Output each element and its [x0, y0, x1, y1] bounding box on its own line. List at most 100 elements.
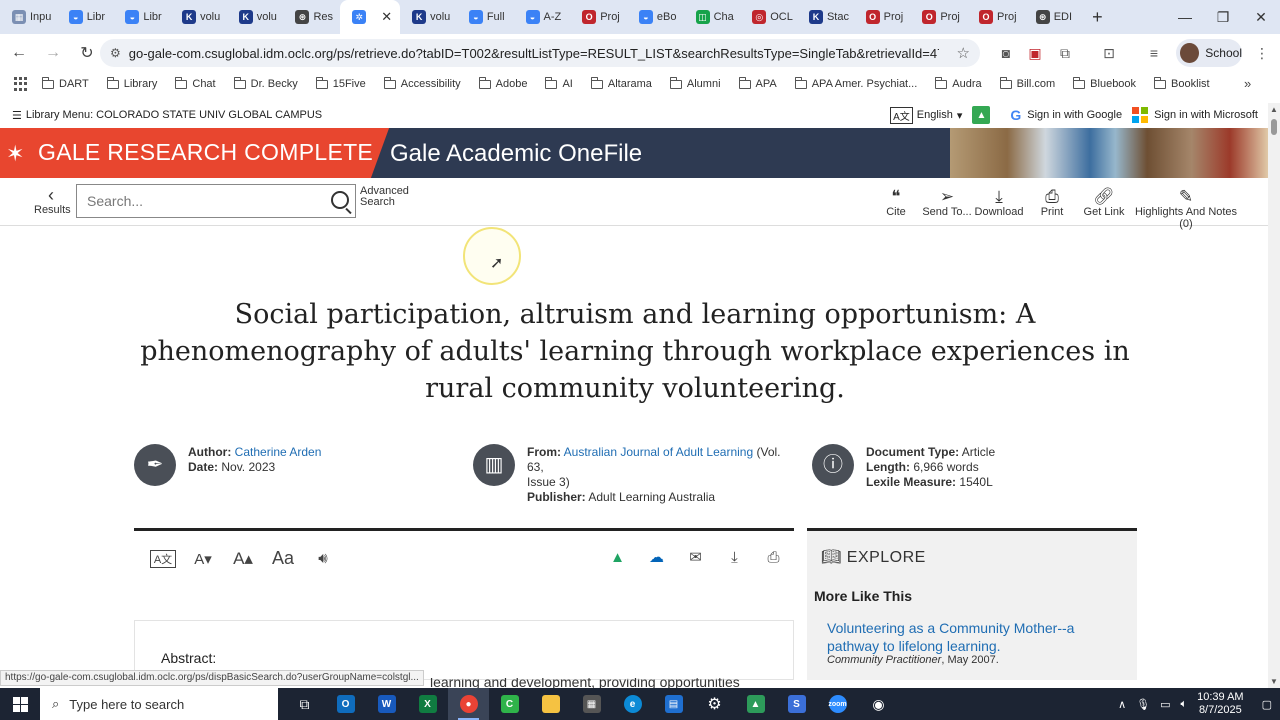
browser-tab[interactable]: O Proj [570, 0, 627, 34]
browser-tab[interactable]: Kvolu [227, 0, 284, 34]
cite-button[interactable]: ❝ Cite [884, 188, 908, 219]
notifications-icon[interactable]: ▢ [1262, 698, 1272, 711]
onedrive-icon[interactable]: ☁ [643, 548, 670, 566]
browser-tab[interactable]: ✲ ✕ [340, 0, 401, 34]
zoom-icon[interactable]: zoom [817, 688, 858, 720]
browser-tab[interactable]: ◒ Libr [57, 0, 114, 34]
tab-search-icon[interactable]: ⊡ [1095, 39, 1123, 67]
microphone-icon[interactable]: 🎙︎ [1136, 698, 1150, 711]
highlights-button[interactable]: ✎ Highlights And Notes (0) [1132, 188, 1240, 231]
bookmark-item[interactable]: Alumni [669, 76, 721, 90]
browser-tab[interactable]: ⊛ EDI [1024, 0, 1081, 34]
settings-icon[interactable]: ⚙ [694, 688, 735, 720]
send-to-button[interactable]: ➢ Send To... [922, 188, 972, 219]
tray-chevron-icon[interactable]: ∧ [1118, 698, 1126, 711]
download-button[interactable]: ⤓ Download [974, 188, 1024, 219]
bookmark-item[interactable]: Altarama [590, 76, 652, 90]
search-icon[interactable] [331, 191, 349, 209]
outlook-icon[interactable]: O [325, 688, 366, 720]
camera-icon[interactable]: ◙ [992, 39, 1020, 67]
browser-tab[interactable]: ▦ Inpu [0, 0, 57, 34]
display-options-icon[interactable]: Aa [270, 548, 296, 569]
browser-tab[interactable]: ⊛ Res [283, 0, 340, 34]
recorder-icon[interactable]: ◉ [858, 688, 899, 720]
file-explorer-icon[interactable] [530, 688, 571, 720]
download-icon[interactable]: ⤓ [721, 549, 748, 566]
snagit-icon[interactable]: S [776, 688, 817, 720]
media-controls-icon[interactable]: ≡ [1140, 39, 1168, 67]
sign-in-google[interactable]: G Sign in with Google [1010, 107, 1122, 123]
site-info-icon[interactable]: ⚙ [110, 46, 121, 60]
related-article-link[interactable]: Volunteering as a Community Mother--a pa… [827, 619, 1107, 655]
author-link[interactable]: Catherine Arden [235, 445, 322, 459]
bookmark-item[interactable]: Bluebook [1073, 76, 1136, 90]
browser-tab[interactable]: Kvolu [400, 0, 457, 34]
search-input[interactable]: Search... [76, 184, 356, 218]
browser-tab[interactable]: Kvolu [170, 0, 227, 34]
store-icon[interactable]: ▤ [653, 688, 694, 720]
bookmark-item[interactable]: DART [42, 76, 89, 90]
word-icon[interactable]: W [366, 688, 407, 720]
browser-tab[interactable]: ◒ Libr [113, 0, 170, 34]
browser-tab[interactable]: O Proj [967, 0, 1024, 34]
apps-icon[interactable] [14, 77, 28, 91]
profile-button[interactable]: School [1176, 39, 1242, 67]
clock[interactable]: 10:39 AM 8/7/2025 [1197, 691, 1243, 717]
edge-icon[interactable]: e [612, 688, 653, 720]
decrease-font-icon[interactable]: A▾ [190, 550, 216, 568]
listen-icon[interactable]: 🔊︎ [310, 550, 336, 567]
advanced-search-link[interactable]: Advanced Search [360, 186, 410, 208]
taskbar-search[interactable]: ⌕ Type here to search [40, 688, 278, 720]
bookmark-item[interactable]: Accessibility [383, 76, 461, 90]
bookmark-item[interactable]: Adobe [478, 76, 527, 90]
reload-icon[interactable]: ↻ [72, 38, 102, 68]
forward-icon[interactable]: → [38, 38, 68, 68]
menu-icon[interactable]: ⋮ [1248, 39, 1276, 67]
battery-icon[interactable]: ▭ [1160, 698, 1170, 711]
extensions-icon[interactable]: ⧉ [1051, 39, 1079, 67]
increase-font-icon[interactable]: A▴ [230, 549, 256, 569]
new-tab-icon[interactable]: + [1084, 4, 1110, 30]
back-icon[interactable]: ← [4, 38, 34, 68]
bookmark-item[interactable]: Dr. Becky [233, 76, 298, 90]
journal-link[interactable]: Australian Journal of Adult Learning [564, 445, 753, 459]
excel-icon[interactable]: X [407, 688, 448, 720]
scroll-thumb[interactable] [1271, 119, 1277, 135]
google-drive-icon[interactable]: ▲ [604, 549, 631, 566]
tab-close-icon[interactable]: ✕ [381, 9, 392, 25]
maximize-icon[interactable]: ❐ [1204, 0, 1242, 34]
scroll-down-icon[interactable]: ▼ [1270, 677, 1278, 686]
calculator-icon[interactable]: ▦ [571, 688, 612, 720]
bookmark-item[interactable]: Chat [175, 76, 216, 90]
task-view-icon[interactable]: ⧉ [284, 688, 325, 720]
adobe-icon[interactable]: ▣ [1021, 39, 1049, 67]
bookmark-item[interactable]: APA Amer. Psychiat... [794, 76, 917, 90]
bookmark-star-icon[interactable]: ☆ [957, 44, 970, 62]
print-icon[interactable]: ⎙ [760, 549, 787, 566]
browser-tab[interactable]: O Proj [910, 0, 967, 34]
scroll-up-icon[interactable]: ▲ [1270, 105, 1278, 114]
volume-icon[interactable]: 🔈︎ [1181, 698, 1188, 711]
email-icon[interactable]: ✉ [682, 548, 709, 566]
browser-tab[interactable]: ◒ A-Z [514, 0, 571, 34]
minimize-icon[interactable]: — [1166, 0, 1204, 34]
camtasia-icon[interactable]: C [489, 688, 530, 720]
start-button[interactable] [0, 688, 40, 720]
sign-in-microsoft[interactable]: Sign in with Microsoft [1132, 107, 1258, 123]
bookmark-item[interactable]: Library [106, 76, 157, 90]
print-button[interactable]: ⎙ Print [1038, 188, 1066, 219]
more-bookmarks-icon[interactable]: » [1244, 76, 1251, 91]
close-icon[interactable]: ✕ [1242, 0, 1280, 34]
address-bar[interactable]: ⚙ go-gale-com.csuglobal.idm.oclc.org/ps/… [100, 39, 980, 67]
get-link-button[interactable]: 🔗︎ Get Link [1082, 188, 1126, 219]
browser-tab[interactable]: ◫ Cha [684, 0, 741, 34]
bookmark-item[interactable]: APA [738, 76, 777, 90]
browser-tab[interactable]: ◒ eBo [627, 0, 684, 34]
browser-tab[interactable]: O Proj [854, 0, 911, 34]
browser-tab[interactable]: ◒ Full [457, 0, 514, 34]
google-classroom-icon[interactable]: ▲ [972, 106, 991, 124]
page-scrollbar[interactable]: ▲ ▼ [1268, 103, 1280, 688]
browser-tab[interactable]: K Stac [797, 0, 854, 34]
translate-icon[interactable]: A文 [150, 549, 176, 568]
bookmark-item[interactable]: Audra [935, 76, 982, 90]
